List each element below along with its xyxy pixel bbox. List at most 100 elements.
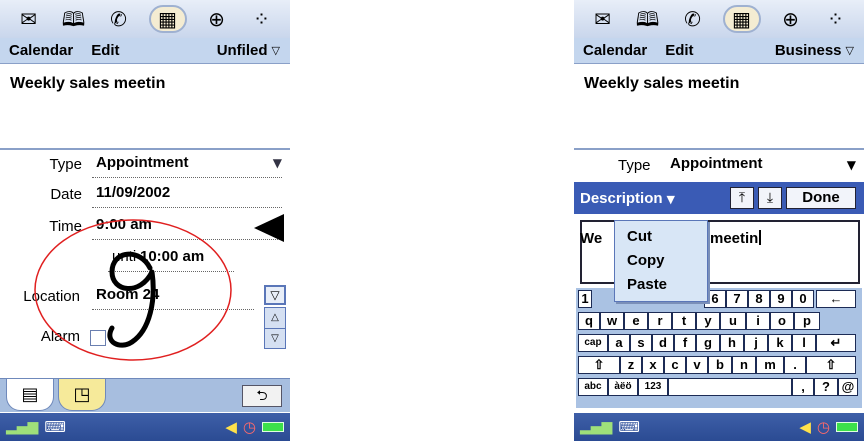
until-value[interactable]: 10:00 am [140,248,204,265]
key[interactable]: r [648,312,672,330]
alarm-checkbox[interactable] [90,330,106,346]
web-icon[interactable]: ⊕ [202,5,232,33]
key[interactable]: y [696,312,720,330]
calendar-icon[interactable]: ▦ [722,5,761,33]
key[interactable]: c [664,356,686,374]
key[interactable]: d [652,334,674,352]
until-row[interactable]: unti 10:00 am [0,244,290,274]
key[interactable]: m [756,356,784,374]
location-label: Location [23,288,80,305]
key[interactable]: n [732,356,756,374]
key[interactable]: @ [838,378,858,396]
key[interactable]: t [672,312,696,330]
menu-calendar[interactable]: Calendar [0,42,73,59]
key[interactable]: u [720,312,746,330]
key[interactable]: 7 [726,290,748,308]
key[interactable]: f [674,334,696,352]
category-dropdown[interactable]: Business ▽ [775,42,864,59]
accent-mode-key[interactable]: àëö [608,378,638,396]
key[interactable]: o [770,312,794,330]
type-row[interactable]: Type Appointment ▼ [574,152,864,180]
note-tab-icon[interactable]: ◳ [58,379,106,411]
key[interactable]: j [744,334,768,352]
shift-key[interactable]: ⇧ [806,356,856,374]
key[interactable]: z [620,356,642,374]
shift-key[interactable]: ⇧ [578,356,620,374]
phone-icon[interactable]: ✆ [678,5,708,33]
category-dropdown[interactable]: Unfiled ▽ [217,42,290,59]
location-value[interactable]: Room 24 [96,286,159,303]
mail-icon[interactable]: ✉ [588,5,618,33]
clock-icon[interactable]: ◷ [243,418,256,436]
phone-icon[interactable]: ✆ [104,5,134,33]
key[interactable]: g [696,334,720,352]
space-key[interactable] [668,378,792,396]
key[interactable]: i [746,312,770,330]
key[interactable]: . [784,356,806,374]
calendar-icon[interactable]: ▦ [148,5,187,33]
chevron-down-icon[interactable]: ▼ [847,158,856,172]
keyboard-icon[interactable]: ⌨ [44,418,66,436]
scroll-bottom-icon[interactable]: ⤓ [758,187,782,209]
key[interactable]: b [708,356,732,374]
web-icon[interactable]: ⊕ [776,5,806,33]
key[interactable]: h [720,334,744,352]
onscreen-keyboard: 1 6 7 8 9 0 ← q w e r t y u i o p cap a … [576,288,862,408]
key[interactable]: e [624,312,648,330]
apps-grid-icon[interactable]: ⁘ [821,5,851,33]
clock-icon[interactable]: ◷ [817,418,830,436]
contacts-book-icon[interactable]: 🕮 [59,5,89,33]
done-button[interactable]: Done [786,187,856,209]
location-row[interactable]: Location Room 24 [0,282,290,312]
key[interactable]: ? [814,378,838,396]
key[interactable]: , [792,378,814,396]
key[interactable]: w [600,312,624,330]
chevron-down-icon[interactable]: ▼ [273,156,282,170]
enter-key[interactable]: ↵ [816,334,856,352]
date-row[interactable]: Date 11/09/2002 [0,180,290,210]
description-dropdown[interactable]: Description ▼ [580,190,675,207]
back-button[interactable]: ⮌ [242,385,282,407]
key[interactable]: p [794,312,820,330]
time-row[interactable]: Time 9:00 am [0,212,290,242]
caps-key[interactable]: cap [578,334,608,352]
app-launcher-bar: ✉ 🕮 ✆ ▦ ⊕ ⁘ [574,0,864,38]
key[interactable]: 0 [792,290,814,308]
apps-grid-icon[interactable]: ⁘ [247,5,277,33]
key[interactable]: k [768,334,792,352]
mail-icon[interactable]: ✉ [14,5,44,33]
battery-icon [836,422,858,432]
key[interactable]: 8 [748,290,770,308]
backspace-key[interactable]: ← [816,290,856,308]
entry-title[interactable]: Weekly sales meetin [10,75,165,93]
scroll-top-icon[interactable]: ⤒ [730,187,754,209]
key[interactable]: x [642,356,664,374]
key[interactable]: q [578,312,600,330]
speaker-icon[interactable]: ◀ [799,418,811,436]
speaker-icon[interactable]: ◀ [225,418,237,436]
menu-edit[interactable]: Edit [647,42,693,59]
key[interactable]: a [608,334,630,352]
key[interactable]: s [630,334,652,352]
key[interactable]: l [792,334,816,352]
menu-item-cut[interactable]: Cut [615,225,707,249]
type-row[interactable]: Type Appointment ▼ [0,150,290,180]
keyboard-icon[interactable]: ⌨ [618,418,640,436]
menu-item-copy[interactable]: Copy [615,249,707,273]
date-value[interactable]: 11/09/2002 [96,184,170,201]
key[interactable]: 9 [770,290,792,308]
contacts-book-icon[interactable]: 🕮 [633,5,663,33]
details-tab-icon[interactable]: ▤ [6,379,54,411]
context-menu: Cut Copy Paste [614,220,708,302]
entry-title[interactable]: Weekly sales meetin [584,75,739,93]
category-label: Business [774,42,842,59]
key[interactable]: v [686,356,708,374]
location-dropdown-icon[interactable]: ▽ [264,285,286,305]
abc-mode-key[interactable]: abc [578,378,608,396]
key[interactable]: 1 [578,290,592,308]
time-value[interactable]: 9:00 am [96,216,152,233]
menu-item-paste[interactable]: Paste [615,273,707,297]
numeric-mode-key[interactable]: 123 [638,378,668,396]
menu-edit[interactable]: Edit [73,42,119,59]
menu-calendar[interactable]: Calendar [574,42,647,59]
